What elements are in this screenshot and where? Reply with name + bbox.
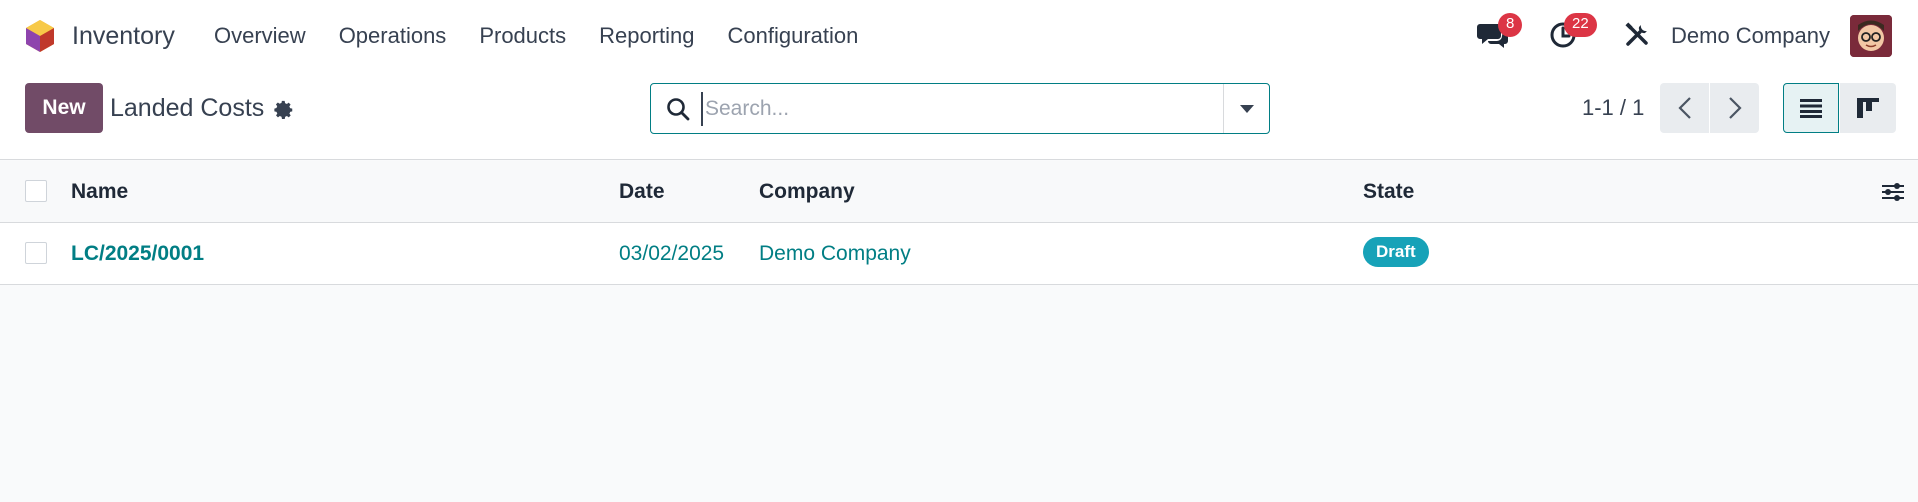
avatar[interactable] (1850, 15, 1892, 57)
menu-item-products[interactable]: Products (479, 20, 566, 52)
search-bar (650, 83, 1270, 134)
activities-count-badge: 22 (1564, 13, 1597, 37)
chevron-right-icon (1728, 97, 1742, 119)
landed-costs-list: Name Date Company State LC/2025/0001 03/… (0, 161, 1918, 285)
messages-button[interactable]: 8 (1476, 13, 1523, 52)
status-badge: Draft (1363, 237, 1429, 267)
menu-item-reporting[interactable]: Reporting (599, 20, 694, 52)
table-row[interactable]: LC/2025/0001 03/02/2025 Demo Company Dra… (0, 223, 1918, 285)
column-header-state[interactable]: State (1363, 178, 1414, 206)
column-header-name[interactable]: Name (71, 178, 128, 206)
kanban-view-icon (1857, 98, 1879, 118)
row-company[interactable]: Demo Company (759, 240, 911, 268)
column-header-date[interactable]: Date (619, 178, 665, 206)
tools-icon (1625, 22, 1648, 46)
menu-item-overview[interactable]: Overview (214, 20, 306, 52)
row-date: 03/02/2025 (619, 242, 725, 265)
pager-value[interactable]: 1-1 / 1 (1582, 94, 1644, 122)
list-view-button[interactable] (1783, 83, 1839, 133)
main-menu: Overview Operations Products Reporting C… (214, 20, 891, 52)
company-switcher[interactable]: Demo Company (1671, 20, 1830, 52)
new-button[interactable]: New (25, 83, 103, 133)
list-view-icon (1800, 99, 1822, 118)
search-input[interactable] (701, 92, 1201, 126)
messages-count-badge: 8 (1498, 13, 1523, 37)
debug-tools-button[interactable] (1620, 18, 1654, 52)
odoo-logo-icon[interactable] (22, 18, 58, 54)
search-options-toggle[interactable] (1223, 84, 1269, 133)
user-avatar-icon (1850, 15, 1892, 57)
activities-button[interactable]: 22 (1546, 13, 1597, 52)
chevron-left-icon (1677, 97, 1691, 119)
row-checkbox[interactable] (25, 242, 47, 264)
page-title: Landed Costs (110, 94, 265, 122)
gear-icon[interactable] (273, 99, 295, 121)
app-name[interactable]: Inventory (72, 20, 175, 52)
row-name[interactable]: LC/2025/0001 (71, 240, 204, 268)
top-navbar: Inventory Overview Operations Products R… (0, 0, 1918, 72)
menu-item-configuration[interactable]: Configuration (728, 20, 859, 52)
optional-columns-icon[interactable] (1880, 180, 1906, 204)
column-header-company[interactable]: Company (759, 178, 855, 206)
list-header: Name Date Company State (0, 161, 1918, 223)
kanban-view-button[interactable] (1840, 83, 1896, 133)
pager-previous-button[interactable] (1660, 83, 1709, 133)
menu-item-operations[interactable]: Operations (339, 20, 447, 52)
pager-next-button[interactable] (1710, 83, 1759, 133)
control-panel: New Landed Costs 1-1 / 1 (0, 72, 1918, 160)
select-all-checkbox[interactable] (25, 180, 47, 202)
search-icon (667, 98, 690, 121)
caret-down-icon (1239, 104, 1254, 113)
